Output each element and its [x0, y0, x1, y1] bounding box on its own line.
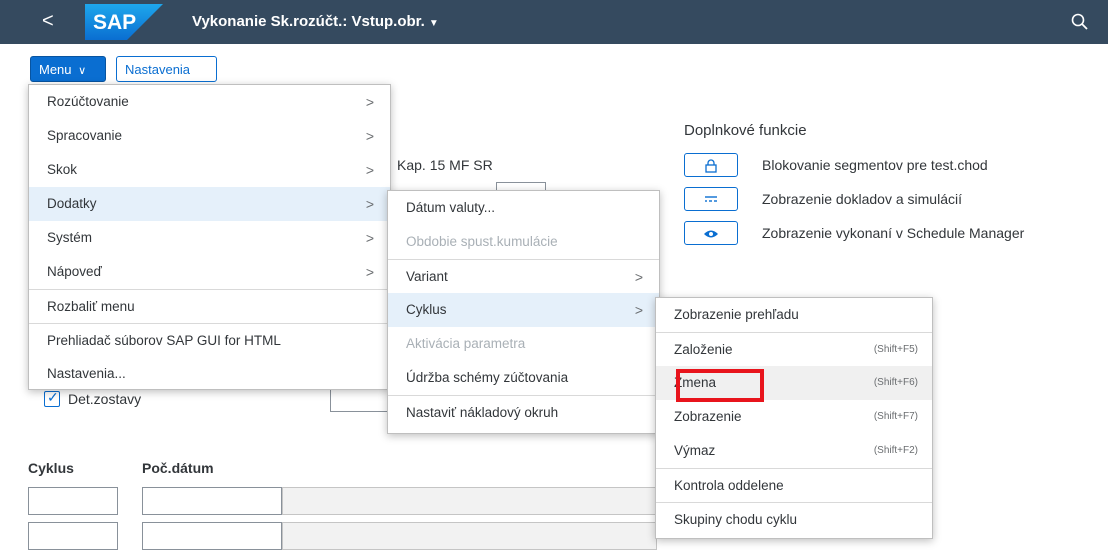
menu-item-label: Rozbaliť menu [47, 299, 135, 314]
menu-item-label: Spracovanie [47, 128, 123, 143]
menu-item-rozuctovanie[interactable]: Rozúčtovanie > [29, 85, 390, 119]
menu-item-prehliadac-suborov[interactable]: Prehliadač súborov SAP GUI for HTML [29, 323, 390, 357]
menu-item-dodatky[interactable]: Dodatky > [29, 187, 390, 221]
menu-item-spracovanie[interactable]: Spracovanie > [29, 119, 390, 153]
menu-item-label: Prehliadač súborov SAP GUI for HTML [47, 333, 281, 348]
chevron-right-icon: > [634, 269, 643, 285]
menu-item-label: Variant [406, 269, 448, 284]
menu-item-nastavenia[interactable]: Nastavenia... [29, 357, 390, 391]
menu-item-label: Nastaviť nákladový okruh [406, 405, 559, 420]
menu-item-kontrola-oddelene[interactable]: Kontrola oddelene [656, 468, 932, 502]
description-field [282, 487, 657, 515]
menu-item-label: Dátum valuty... [406, 200, 496, 215]
menu-item-label: Kontrola oddelene [674, 478, 784, 493]
menu-item-label: Systém [47, 230, 93, 245]
menu-item-variant[interactable]: Variant > [388, 259, 659, 293]
sap-logo[interactable]: SAP [85, 4, 163, 40]
menu-item-shortcut: (Shift+F2) [873, 445, 918, 456]
back-icon[interactable]: < [42, 8, 54, 34]
schedule-manager-label: Zobrazenie vykonaní v Schedule Manager [762, 225, 1025, 241]
chevron-right-icon: > [365, 264, 374, 280]
chevron-down-icon: ∨ [78, 65, 87, 77]
svg-text:SAP: SAP [93, 11, 136, 34]
list-icon [705, 196, 717, 202]
cyklus-input[interactable] [28, 522, 118, 550]
menu-item-nakladovy-okruh[interactable]: Nastaviť nákladový okruh [388, 395, 659, 429]
menu-item-shortcut: (Shift+F7) [873, 411, 918, 422]
menu-item-label: Dodatky [47, 196, 97, 211]
det-zostavy-checkbox[interactable] [44, 389, 60, 407]
menu-item-zalozenie[interactable]: Založenie (Shift+F5) [656, 332, 932, 366]
menu-item-shortcut: (Shift+F5) [873, 344, 918, 355]
lock-icon [705, 159, 717, 173]
menu-item-label: Obdobie spust.kumulácie [406, 234, 558, 249]
menu-item-zobrazenie[interactable]: Zobrazenie (Shift+F7) [656, 400, 932, 434]
menu-item-label: Aktivácia parametra [406, 336, 526, 351]
menu-item-system[interactable]: Systém > [29, 221, 390, 255]
extra-functions-heading: Doplnkové funkcie [684, 122, 807, 139]
menu-item-vymaz[interactable]: Výmaz (Shift+F2) [656, 434, 932, 468]
chevron-right-icon: > [634, 302, 643, 318]
title-dropdown-icon: ▼ [428, 18, 439, 29]
chevron-right-icon: > [365, 230, 374, 246]
menu-item-label: Zobrazenie prehľadu [674, 307, 799, 322]
menu-item-label: Nastavenia... [47, 366, 126, 381]
menu-item-skok[interactable]: Skok > [29, 153, 390, 187]
menu-item-label: Zobrazenie [674, 409, 742, 424]
menu-item-label: Údržba schémy zúčtovania [406, 370, 569, 385]
chevron-right-icon: > [365, 128, 374, 144]
cyklus-input[interactable] [28, 487, 118, 515]
menu-item-label: Cyklus [406, 302, 447, 317]
menu-item-napoved[interactable]: Nápoveď > [29, 255, 390, 289]
highlight-annotation-box [676, 369, 764, 402]
search-icon[interactable] [1070, 12, 1090, 32]
pocdatum-input[interactable] [142, 487, 282, 515]
menu-item-rozbalit-menu[interactable]: Rozbaliť menu [29, 289, 390, 323]
menu-item-zobrazenie-prehladu[interactable]: Zobrazenie prehľadu [656, 298, 932, 332]
eye-icon [704, 230, 718, 238]
menu-item-obdobie-spust: Obdobie spust.kumulácie [388, 225, 659, 259]
schedule-manager-button[interactable] [684, 221, 738, 245]
column-header-cyklus: Cyklus [28, 460, 74, 476]
menu-item-skupiny-chodu[interactable]: Skupiny chodu cyklu [656, 502, 932, 536]
cyklus-submenu: Zobrazenie prehľadu Založenie (Shift+F5) … [655, 297, 933, 539]
menu-item-aktivacia-parametra: Aktivácia parametra [388, 327, 659, 361]
menu-item-label: Rozúčtovanie [47, 94, 129, 109]
menu-button[interactable]: Menu ∨ [30, 56, 106, 82]
main-menu-dropdown: Rozúčtovanie > Spracovanie > Skok > Dodatky… [28, 84, 391, 390]
column-header-pocdatum: Poč.dátum [142, 460, 214, 476]
det-zostavy-label: Det.zostavy [68, 391, 142, 407]
menu-item-label: Skok [47, 162, 78, 177]
kap-text: Kap. 15 MF SR [397, 157, 493, 173]
description-field [282, 522, 657, 550]
chevron-right-icon: > [365, 94, 374, 110]
lock-segments-label: Blokovanie segmentov pre test.chod [762, 157, 988, 173]
menu-item-label: Založenie [674, 342, 733, 357]
chevron-right-icon: > [365, 196, 374, 212]
show-documents-button[interactable] [684, 187, 738, 211]
menu-button-label: Menu [39, 62, 72, 77]
dodatky-submenu: Dátum valuty... Obdobie spust.kumulácie … [387, 190, 660, 434]
shell-bar: < SAP Vykonanie Sk.rozúčt.: Vstup.obr. ▼ [0, 0, 1108, 44]
menu-item-udrzba-schemy[interactable]: Údržba schémy zúčtovania [388, 361, 659, 395]
pocdatum-input[interactable] [142, 522, 282, 550]
lock-segments-button[interactable] [684, 153, 738, 177]
menu-item-datum-valuty[interactable]: Dátum valuty... [388, 191, 659, 225]
menu-item-cyklus[interactable]: Cyklus > [388, 293, 659, 327]
menu-item-label: Výmaz [674, 443, 716, 458]
menu-item-label: Nápoveď [47, 264, 102, 279]
chevron-right-icon: > [365, 162, 374, 178]
menu-item-shortcut: (Shift+F6) [873, 377, 918, 388]
page-title[interactable]: Vykonanie Sk.rozúčt.: Vstup.obr. ▼ [192, 13, 439, 30]
show-documents-label: Zobrazenie dokladov a simulácií [762, 191, 962, 207]
page-title-text: Vykonanie Sk.rozúčt.: Vstup.obr. [192, 13, 425, 30]
menu-item-label: Skupiny chodu cyklu [674, 512, 798, 527]
settings-button[interactable]: Nastavenia [116, 56, 217, 82]
